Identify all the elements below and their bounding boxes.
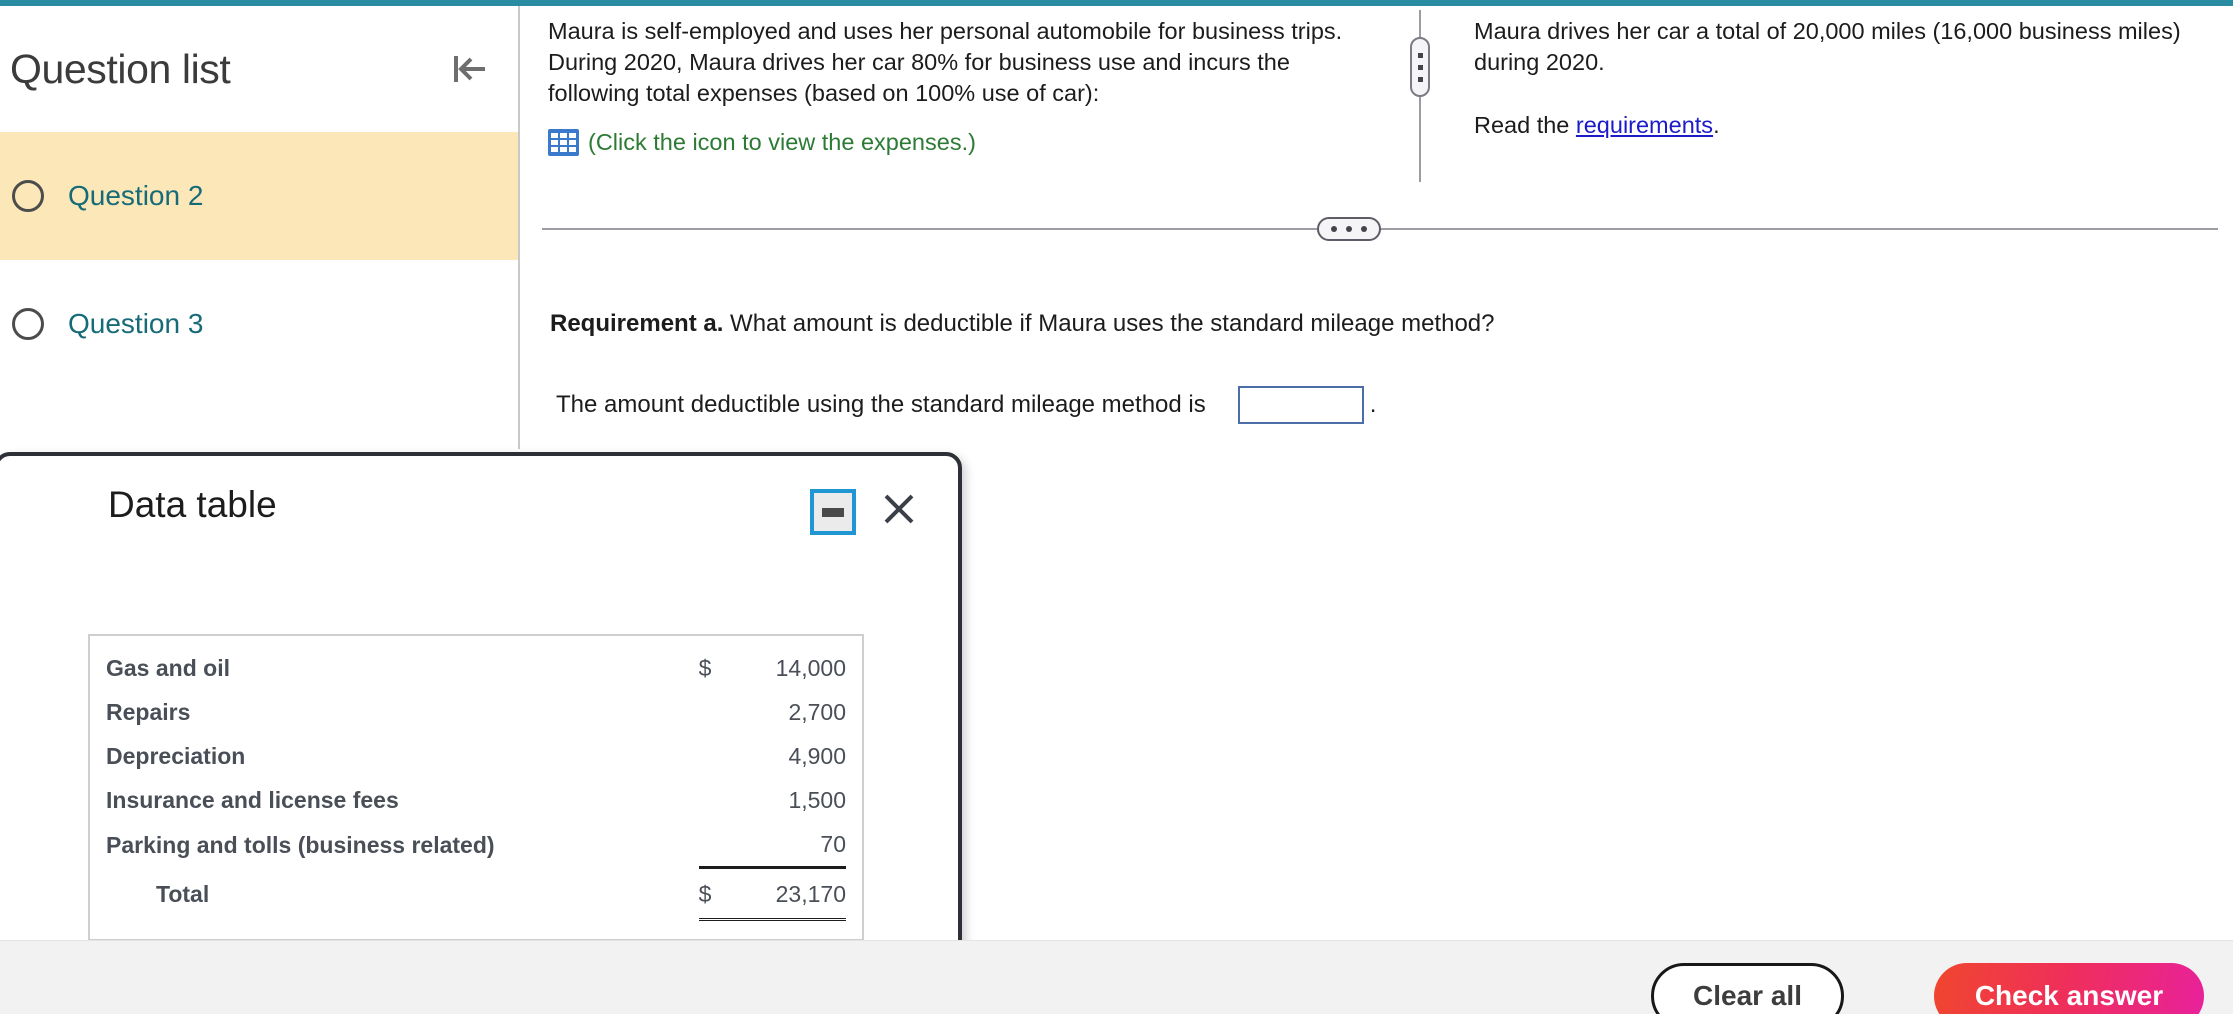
requirement-label: Requirement a.	[550, 310, 724, 337]
answer-input[interactable]	[1237, 386, 1364, 424]
handle-dot	[1331, 226, 1337, 232]
row-value: 14,000	[775, 655, 846, 681]
collapse-left-icon[interactable]	[442, 42, 496, 96]
row-currency	[699, 734, 739, 778]
row-value: 2,700	[788, 699, 846, 725]
row-currency: $	[698, 866, 739, 921]
vertical-splitter-handle[interactable]	[1410, 37, 1430, 97]
clear-all-button[interactable]: Clear all	[1651, 963, 1844, 1014]
check-answer-button[interactable]: Check answer	[1934, 963, 2204, 1014]
sidebar-item-label: Question 2	[68, 180, 204, 211]
row-label: Gas and oil	[106, 655, 230, 681]
row-currency	[699, 822, 739, 868]
question-list-panel: Question list Question 2 Question 3	[0, 6, 520, 449]
horizontal-splitter-handle[interactable]	[1317, 217, 1381, 241]
row-label: Total	[156, 881, 210, 907]
read-suffix: .	[1713, 112, 1720, 139]
problem-text-right: Maura drives her car a total of 20,000 m…	[1474, 16, 2214, 141]
row-value: 70	[820, 831, 846, 857]
row-label: Insurance and license fees	[106, 787, 399, 813]
table-row: Parking and tolls (business related) 70	[106, 822, 846, 868]
table-row: Depreciation 4,900	[106, 734, 846, 778]
row-currency	[699, 778, 739, 822]
row-currency	[699, 690, 739, 734]
dialog-titlebar: Data table	[0, 456, 958, 568]
sidebar-item-question-2[interactable]: Question 2	[0, 132, 518, 260]
table-row: Gas and oil $ 14,000	[106, 646, 846, 690]
dialog-title: Data table	[108, 484, 277, 525]
minimize-bar	[822, 507, 844, 517]
handle-dot	[1361, 226, 1367, 232]
row-label: Depreciation	[106, 743, 246, 769]
answer-row: The amount deductible using the standard…	[556, 386, 2050, 424]
requirement-block: Requirement a. What amount is deductible…	[550, 310, 2050, 424]
read-prefix: Read the	[1474, 112, 1576, 139]
page-title: Question list	[10, 45, 231, 92]
bottom-action-bar	[0, 940, 2233, 1014]
requirement-heading: Requirement a. What amount is deductible…	[550, 310, 2050, 338]
handle-dot	[1417, 76, 1423, 82]
sidebar-item-label: Question 3	[68, 308, 204, 339]
table-row: Repairs 2,700	[106, 690, 846, 734]
read-requirements-line: Read the requirements.	[1474, 110, 2214, 141]
requirements-link[interactable]: requirements	[1576, 112, 1713, 138]
radio-icon[interactable]	[12, 180, 44, 212]
close-icon[interactable]	[874, 484, 924, 534]
row-label: Parking and tolls (business related)	[106, 831, 495, 858]
answer-prefix: The amount deductible using the standard…	[556, 391, 1206, 418]
table-row-total: Total $ 23,170	[106, 866, 846, 921]
row-label: Repairs	[106, 699, 191, 725]
row-value: 23,170	[738, 866, 846, 921]
handle-dot	[1417, 64, 1423, 70]
row-value: 1,500	[788, 787, 846, 813]
row-currency: $	[698, 655, 712, 681]
expenses-table: Gas and oil $ 14,000 Repairs 2,700 Depre…	[106, 646, 846, 921]
view-expenses-link[interactable]: (Click the icon to view the expenses.)	[588, 129, 976, 156]
answer-suffix: .	[1369, 391, 1377, 418]
row-value: 4,900	[788, 743, 846, 769]
handle-dot	[1417, 52, 1423, 58]
spreadsheet-grid-icon[interactable]	[548, 129, 579, 157]
mileage-statement: Maura drives her car a total of 20,000 m…	[1474, 18, 2181, 76]
expenses-table-wrapper: Gas and oil $ 14,000 Repairs 2,700 Depre…	[88, 634, 864, 941]
question-list-header: Question list	[0, 6, 518, 132]
sidebar-item-question-3[interactable]: Question 3	[0, 260, 518, 388]
problem-text-left: Maura is self-employed and uses her pers…	[548, 16, 1378, 157]
table-row: Insurance and license fees 1,500	[106, 778, 846, 822]
requirement-prompt: What amount is deductible if Maura uses …	[723, 310, 1495, 337]
radio-icon[interactable]	[12, 308, 44, 340]
data-table-dialog: Data table Gas and oil $ 14,000 Repairs …	[0, 452, 962, 1014]
expenses-icon-line: (Click the icon to view the expenses.)	[548, 129, 1378, 157]
app-root: Question list Question 2 Question 3 Maur…	[0, 0, 2233, 1014]
problem-statement: Maura is self-employed and uses her pers…	[548, 18, 1343, 107]
handle-dot	[1346, 226, 1352, 232]
minimize-icon[interactable]	[810, 489, 856, 535]
